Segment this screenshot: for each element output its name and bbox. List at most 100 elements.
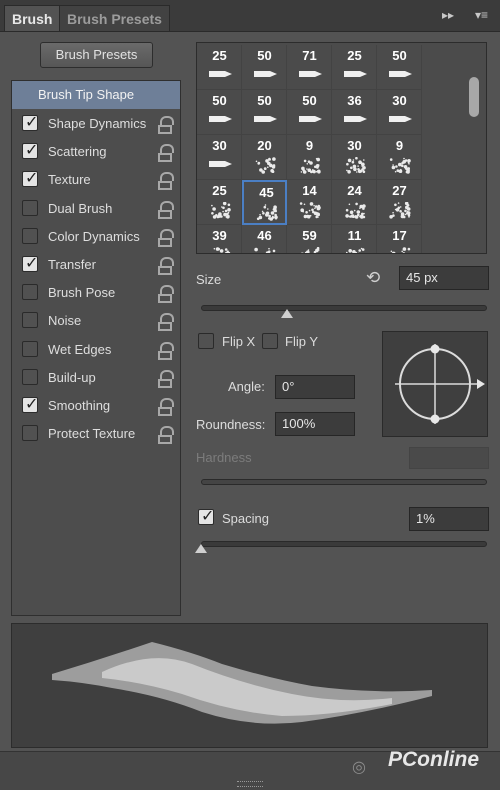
panel-menu-icon[interactable]: ▾≡	[475, 8, 488, 22]
settings-item[interactable]: Noise	[12, 307, 180, 335]
brush-tip-cell[interactable]: 30	[332, 135, 377, 180]
grid-scrollbar-thumb[interactable]	[469, 77, 479, 117]
roundness-input[interactable]: 100%	[275, 412, 355, 436]
flip-y-checkbox[interactable]	[262, 333, 278, 349]
settings-item[interactable]: Color Dynamics	[12, 223, 180, 251]
settings-checkbox[interactable]: ✓	[22, 171, 38, 187]
lock-icon[interactable]	[160, 398, 174, 407]
brush-tip-cell[interactable]: 25	[197, 45, 242, 90]
spacing-input[interactable]: 1%	[409, 507, 489, 531]
lock-icon[interactable]	[160, 172, 174, 181]
brush-thumb-icon	[297, 112, 323, 128]
brush-tip-cell[interactable]: 25	[332, 45, 377, 90]
brush-tip-cell[interactable]: 30	[197, 135, 242, 180]
settings-checkbox[interactable]	[22, 341, 38, 357]
settings-item[interactable]: ✓Scattering	[12, 138, 180, 166]
stroke-preview-image	[12, 624, 487, 747]
lock-icon[interactable]	[160, 426, 174, 435]
size-input[interactable]: 45 px	[399, 266, 489, 290]
settings-item[interactable]: ✓Texture	[12, 166, 180, 194]
brush-tip-cell[interactable]: 59	[287, 225, 332, 254]
size-slider[interactable]	[201, 305, 487, 311]
settings-checkbox[interactable]	[22, 312, 38, 328]
hardness-slider	[201, 479, 487, 485]
resize-grip[interactable]	[237, 781, 263, 787]
brush-tip-cell[interactable]: 9	[377, 135, 422, 180]
settings-item[interactable]: Brush Pose	[12, 279, 180, 307]
brush-tip-cell[interactable]: 11	[332, 225, 377, 254]
settings-checkbox[interactable]: ✓	[22, 397, 38, 413]
brush-tip-cell[interactable]: 9	[287, 135, 332, 180]
lock-icon[interactable]	[160, 285, 174, 294]
spacing-slider-knob[interactable]	[195, 544, 207, 553]
collapse-icon[interactable]: ▸▸	[442, 8, 454, 22]
brush-tip-cell[interactable]: 50	[242, 90, 287, 135]
tab-brush[interactable]: Brush	[4, 5, 60, 31]
settings-checkbox[interactable]: ✓	[22, 256, 38, 272]
lock-icon[interactable]	[160, 201, 174, 210]
settings-item[interactable]: ✓ Smoothing	[12, 392, 180, 420]
brush-size-number: 24	[332, 183, 377, 198]
check-icon: ✓	[201, 506, 214, 526]
settings-checkbox[interactable]	[22, 228, 38, 244]
lock-icon[interactable]	[160, 144, 174, 153]
brush-tip-cell[interactable]: 46	[242, 225, 287, 254]
brush-size-number: 25	[197, 48, 242, 63]
brush-tip-cell[interactable]: 27	[377, 180, 422, 225]
lock-icon[interactable]	[160, 370, 174, 379]
reset-size-icon[interactable]: ⟲	[366, 268, 380, 288]
brush-presets-button[interactable]: Brush Presets	[40, 42, 153, 68]
brush-size-number: 46	[242, 228, 287, 243]
brush-tip-cell[interactable]: 39	[197, 225, 242, 254]
settings-item[interactable]: ✓Shape Dynamics	[12, 110, 180, 138]
brush-tip-cell[interactable]: 24	[332, 180, 377, 225]
brush-thumb-icon	[252, 67, 278, 83]
brush-thumb-icon	[342, 67, 368, 83]
brush-tip-cell[interactable]: 17	[377, 225, 422, 254]
settings-checkbox[interactable]: ✓	[22, 143, 38, 159]
toggle-live-tip-icon[interactable]: ◎	[352, 757, 366, 777]
grid-scrollbar[interactable]	[424, 43, 486, 253]
settings-checkbox[interactable]: ✓	[22, 115, 38, 131]
settings-checkbox[interactable]	[22, 425, 38, 441]
settings-item-label: Smoothing	[48, 392, 110, 420]
spacing-slider[interactable]	[201, 541, 487, 547]
flip-x-checkbox[interactable]	[198, 333, 214, 349]
brush-tip-cell[interactable]: 71	[287, 45, 332, 90]
watermark-text: PConline	[388, 748, 479, 772]
lock-icon[interactable]	[160, 229, 174, 238]
brush-size-number: 25	[332, 48, 377, 63]
settings-item[interactable]: ✓Transfer	[12, 251, 180, 279]
settings-item[interactable]: Wet Edges	[12, 336, 180, 364]
settings-checkbox[interactable]	[22, 284, 38, 300]
settings-item[interactable]: Dual Brush	[12, 195, 180, 223]
settings-checkbox[interactable]	[22, 369, 38, 385]
brush-tip-cell[interactable]: 36	[332, 90, 377, 135]
lock-icon[interactable]	[160, 257, 174, 266]
check-icon: ✓	[25, 253, 38, 273]
settings-checkbox[interactable]	[22, 200, 38, 216]
brush-tip-cell[interactable]: 30	[377, 90, 422, 135]
brush-tip-cell[interactable]: 14	[287, 180, 332, 225]
brush-tip-cell[interactable]: 25	[197, 180, 242, 225]
brush-size-number: 39	[197, 228, 242, 243]
tab-brush-presets[interactable]: Brush Presets	[59, 5, 170, 31]
brush-tip-cell[interactable]: 50	[287, 90, 332, 135]
lock-icon[interactable]	[160, 116, 174, 125]
brush-tip-cell[interactable]: 50	[377, 45, 422, 90]
brush-tip-cell[interactable]: 50	[242, 45, 287, 90]
lock-icon[interactable]	[160, 342, 174, 351]
brush-tip-cell[interactable]: 50	[197, 90, 242, 135]
settings-item[interactable]: Protect Texture	[12, 420, 180, 448]
brush-tip-cell[interactable]: 20	[242, 135, 287, 180]
size-slider-knob[interactable]	[281, 309, 293, 318]
brush-tip-cell[interactable]: 45	[242, 180, 287, 225]
brush-size-number: 14	[287, 183, 332, 198]
brush-size-number: 20	[242, 138, 287, 153]
angle-input[interactable]: 0°	[275, 375, 355, 399]
angle-roundness-widget[interactable]	[382, 331, 488, 437]
brush-tip-shape-item[interactable]: Brush Tip Shape	[12, 81, 180, 109]
spacing-checkbox[interactable]: ✓	[198, 509, 214, 525]
lock-icon[interactable]	[160, 313, 174, 322]
settings-item[interactable]: Build-up	[12, 364, 180, 392]
